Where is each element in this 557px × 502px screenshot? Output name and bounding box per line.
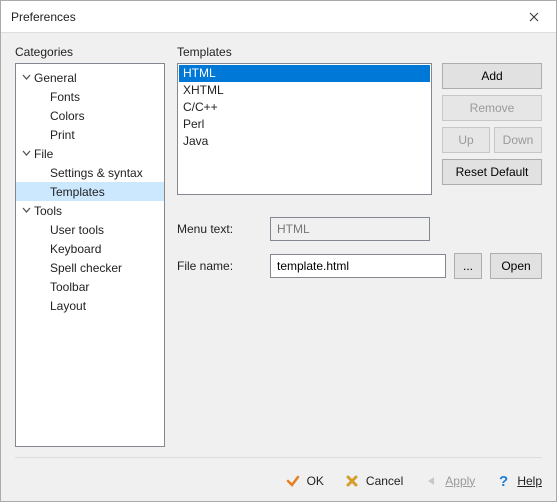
updown-row: Up Down [442,127,542,153]
tree-item[interactable]: User tools [16,220,164,239]
menu-text-label: Menu text: [177,222,262,236]
tree-item[interactable]: Keyboard [16,239,164,258]
dialog-body: Categories General Fonts Colors Print File Se… [1,33,556,501]
tree-item-label: Keyboard [50,242,101,256]
tree-item-label: Fonts [50,90,80,104]
apply-icon [423,473,439,489]
cancel-button[interactable]: Cancel [344,473,403,489]
titlebar: Preferences [1,1,556,33]
ok-button[interactable]: OK [285,473,324,489]
tree-item[interactable]: Settings & syntax [16,163,164,182]
help-button[interactable]: ? Help [495,473,542,489]
ok-label: OK [307,474,324,488]
close-button[interactable] [512,1,556,33]
cancel-icon [344,473,360,489]
check-icon [285,473,301,489]
tree-item-label: General [34,71,77,85]
tree-item-label: Settings & syntax [50,166,143,180]
tree-item[interactable]: Templates [16,182,164,201]
form-rows: Menu text: File name: ... Open [177,217,542,279]
tree-item-label: User tools [50,223,104,237]
file-name-row: File name: ... Open [177,253,542,279]
down-button[interactable]: Down [494,127,542,153]
apply-button[interactable]: Apply [423,473,475,489]
close-icon [529,12,539,22]
tree-item-label: Spell checker [50,261,122,275]
templates-listbox[interactable]: HTMLXHTMLC/C++PerlJava [177,63,432,195]
tree-item-label: Tools [34,204,62,218]
list-item[interactable]: C/C++ [179,99,430,116]
up-button[interactable]: Up [442,127,490,153]
tree-item[interactable]: Toolbar [16,277,164,296]
chevron-down-icon[interactable] [20,148,32,160]
help-label: Help [517,474,542,488]
templates-label: Templates [177,45,432,59]
list-item[interactable]: HTML [179,65,430,82]
tree-item[interactable]: Spell checker [16,258,164,277]
tree-item[interactable]: Print [16,125,164,144]
apply-label: Apply [445,474,475,488]
file-name-input[interactable] [270,254,446,278]
templates-panel: Templates HTMLXHTMLC/C++PerlJava Add Rem… [177,45,542,447]
browse-button[interactable]: ... [454,253,482,279]
tree-item[interactable]: Layout [16,296,164,315]
tree-item[interactable]: General [16,68,164,87]
tree-item-label: Templates [50,185,105,199]
reset-default-button[interactable]: Reset Default [442,159,542,185]
tree-item-label: Print [50,128,75,142]
list-item[interactable]: Perl [179,116,430,133]
open-button[interactable]: Open [490,253,542,279]
window-title: Preferences [11,10,512,24]
list-item[interactable]: XHTML [179,82,430,99]
add-button[interactable]: Add [442,63,542,89]
list-item[interactable]: Java [179,133,430,150]
tree-item[interactable]: Tools [16,201,164,220]
menu-text-row: Menu text: [177,217,542,241]
remove-button[interactable]: Remove [442,95,542,121]
tree-item-label: Colors [50,109,85,123]
tree-item-label: Layout [50,299,86,313]
templates-row: Templates HTMLXHTMLC/C++PerlJava Add Rem… [177,45,542,195]
file-name-label: File name: [177,259,262,273]
footer: OK Cancel Apply ? Help [15,457,542,493]
templates-buttons: Add Remove Up Down Reset Default [442,45,542,195]
categories-tree[interactable]: General Fonts Colors Print File Settings & sy… [15,63,165,447]
help-icon: ? [495,473,511,489]
tree-item-label: File [34,147,53,161]
categories-label: Categories [15,45,165,59]
tree-item[interactable]: File [16,144,164,163]
categories-panel: Categories General Fonts Colors Print File Se… [15,45,165,447]
main-area: Categories General Fonts Colors Print File Se… [15,45,542,447]
tree-item-label: Toolbar [50,280,89,294]
tree-item[interactable]: Fonts [16,87,164,106]
svg-text:?: ? [499,473,508,489]
chevron-down-icon[interactable] [20,72,32,84]
menu-text-input[interactable] [270,217,430,241]
chevron-down-icon[interactable] [20,205,32,217]
tree-item[interactable]: Colors [16,106,164,125]
templates-listcol: Templates HTMLXHTMLC/C++PerlJava [177,45,432,195]
cancel-label: Cancel [366,474,403,488]
